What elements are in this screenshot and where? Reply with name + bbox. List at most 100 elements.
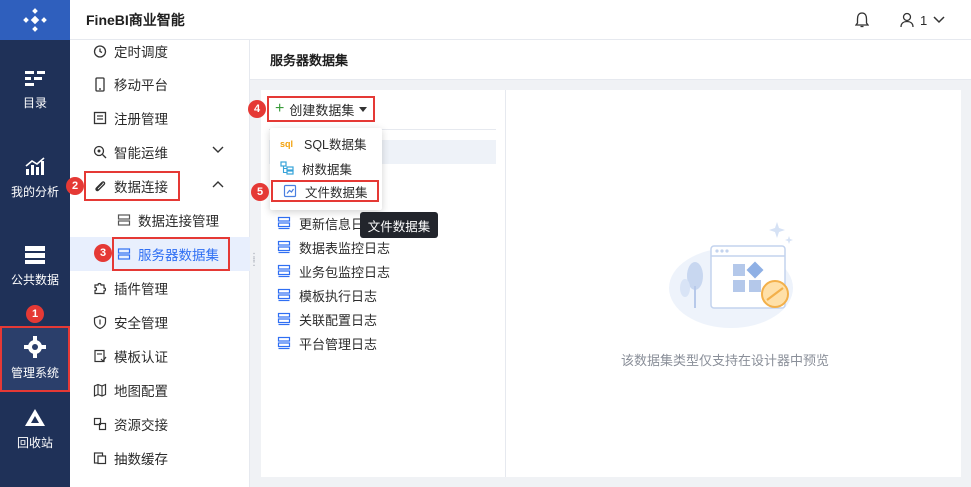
- step-badge: 4: [248, 100, 266, 118]
- rail-label-recycle: 回收站: [16, 436, 53, 450]
- dataset-item[interactable]: 业务包监控日志: [277, 259, 390, 283]
- rail-item-catalog[interactable]: 目录: [0, 70, 70, 111]
- certificate-icon: [92, 348, 108, 364]
- dataset-item[interactable]: 模板执行日志: [277, 283, 377, 307]
- dataset-label: 业务包监控日志: [299, 264, 391, 280]
- sidebar-label: 注册管理: [114, 112, 168, 127]
- user-menu[interactable]: 1: [900, 12, 945, 28]
- menu-item-sql-dataset[interactable]: sql SQL数据集: [270, 132, 382, 154]
- shield-icon: [92, 314, 108, 330]
- sidebar-label: 抽数缓存: [114, 452, 168, 467]
- app-logo[interactable]: [0, 0, 70, 40]
- sidebar-item-template-cert[interactable]: 模板认证: [70, 339, 250, 373]
- page-title: 服务器数据集: [270, 53, 349, 68]
- dataset-icon: [277, 336, 291, 350]
- cache-icon: [92, 450, 108, 466]
- sidebar-label: 资源交接: [114, 418, 168, 433]
- rail-item-my-analysis[interactable]: 我的分析: [0, 157, 70, 200]
- sidebar-label: 模板认证: [114, 350, 168, 365]
- svg-text:sql: sql: [280, 139, 293, 149]
- rail-item-admin[interactable]: 管理系统: [0, 326, 70, 392]
- sidebar-label: 定时调度: [114, 45, 168, 60]
- splitter-handle[interactable]: ⋮ ⋮: [249, 253, 259, 268]
- nav-rail: 目录 我的分析 公共数据 管理系统 回收站: [0, 0, 70, 487]
- step-badge: 1: [26, 305, 44, 323]
- menu-item-file-dataset[interactable]: 文件数据集: [271, 180, 379, 202]
- create-dataset-label: 创建数据集: [289, 102, 355, 118]
- sidebar-label: 地图配置: [114, 384, 168, 399]
- chevron-down-icon: [933, 16, 945, 24]
- menu-item-label: SQL数据集: [304, 137, 367, 152]
- sidebar-item-handover[interactable]: 资源交接: [70, 407, 250, 441]
- step-badge: 3: [94, 244, 112, 262]
- empty-state-text: 该数据集类型仅支持在设计器中预览: [621, 353, 830, 368]
- dataset-icon: [277, 312, 291, 326]
- gear-icon: [24, 336, 46, 358]
- handover-icon: [92, 416, 108, 432]
- dataset-label: 模板执行日志: [299, 288, 378, 304]
- rail-item-public-data[interactable]: 公共数据: [0, 245, 70, 288]
- sidebar-item-cache[interactable]: 抽数缓存: [70, 441, 250, 475]
- caret-down-icon: [359, 106, 368, 112]
- sidebar-item-map[interactable]: 地图配置: [70, 373, 250, 407]
- register-icon: [92, 110, 108, 126]
- create-dataset-menu: sql SQL数据集 树数据集 文件数据集: [270, 128, 382, 210]
- dataset-icon: [277, 264, 291, 278]
- puzzle-icon: [92, 280, 108, 296]
- step-badge: 5: [251, 183, 269, 201]
- menu-item-label: 树数据集: [302, 162, 353, 177]
- database-icon: [25, 246, 45, 264]
- app-title: FineBI商业智能: [86, 11, 185, 28]
- clock-icon: [92, 43, 108, 59]
- rail-label-catalog: 目录: [22, 96, 47, 110]
- annotation-box: [84, 171, 180, 201]
- create-dataset-button[interactable]: + 创建数据集: [267, 96, 376, 122]
- mobile-icon: [92, 76, 108, 92]
- sidebar-label: 智能运维: [114, 146, 168, 161]
- rail-label-my-analysis: 我的分析: [10, 185, 59, 199]
- sidebar-item-mobile[interactable]: 移动平台: [70, 67, 250, 101]
- step-badge: 2: [66, 177, 84, 195]
- plus-icon: +: [275, 100, 285, 117]
- annotation-box: [112, 237, 230, 271]
- dataset-icon: [277, 240, 291, 254]
- user-name: 1: [920, 12, 928, 28]
- catalog-icon: [25, 71, 45, 86]
- menu-item-label: 文件数据集: [305, 185, 368, 200]
- rail-item-recycle[interactable]: 回收站: [0, 408, 70, 451]
- page-title-bar: 服务器数据集: [250, 40, 971, 80]
- sidebar-item-schedule[interactable]: 定时调度: [70, 34, 250, 68]
- ops-icon: [92, 144, 108, 160]
- chart-icon: [25, 157, 45, 175]
- rail-label-public-data: 公共数据: [10, 273, 59, 287]
- sql-icon: sql: [280, 139, 293, 149]
- rail-label-admin: 管理系统: [10, 366, 59, 380]
- menu-item-tree-dataset[interactable]: 树数据集: [270, 157, 382, 179]
- bell-icon[interactable]: [854, 12, 870, 31]
- dataset-label: 更新信息日: [299, 216, 365, 232]
- sidebar-item-ops[interactable]: 智能运维: [70, 135, 250, 169]
- dataset-item[interactable]: 更新信息日: [277, 211, 364, 235]
- sidebar-label: 移动平台: [114, 78, 168, 93]
- sidebar-item-security[interactable]: 安全管理: [70, 305, 250, 339]
- sidebar-item-connection-manage[interactable]: 数据连接管理: [70, 203, 250, 237]
- dataset-icon: [277, 288, 291, 302]
- sidebar-item-register[interactable]: 注册管理: [70, 101, 250, 135]
- empty-state-illustration: [669, 222, 793, 328]
- dataset-item[interactable]: 关联配置日志: [277, 307, 377, 331]
- tooltip: 文件数据集: [360, 212, 438, 238]
- recycle-icon: [25, 409, 45, 426]
- tree-icon: [280, 161, 294, 175]
- connection-manage-icon: [116, 212, 132, 228]
- dataset-item[interactable]: 数据表监控日志: [277, 235, 390, 259]
- chevron-up-icon: [212, 181, 224, 188]
- sidebar-label: 插件管理: [114, 282, 168, 297]
- dataset-item[interactable]: 平台管理日志: [277, 331, 377, 355]
- map-icon: [92, 382, 108, 398]
- dataset-label: 数据表监控日志: [299, 240, 391, 256]
- logo-icon: [23, 8, 47, 32]
- sidebar-item-plugins[interactable]: 插件管理: [70, 271, 250, 305]
- file-icon: [283, 184, 297, 198]
- sidebar-label: 安全管理: [114, 316, 168, 331]
- dataset-icon: [277, 216, 291, 230]
